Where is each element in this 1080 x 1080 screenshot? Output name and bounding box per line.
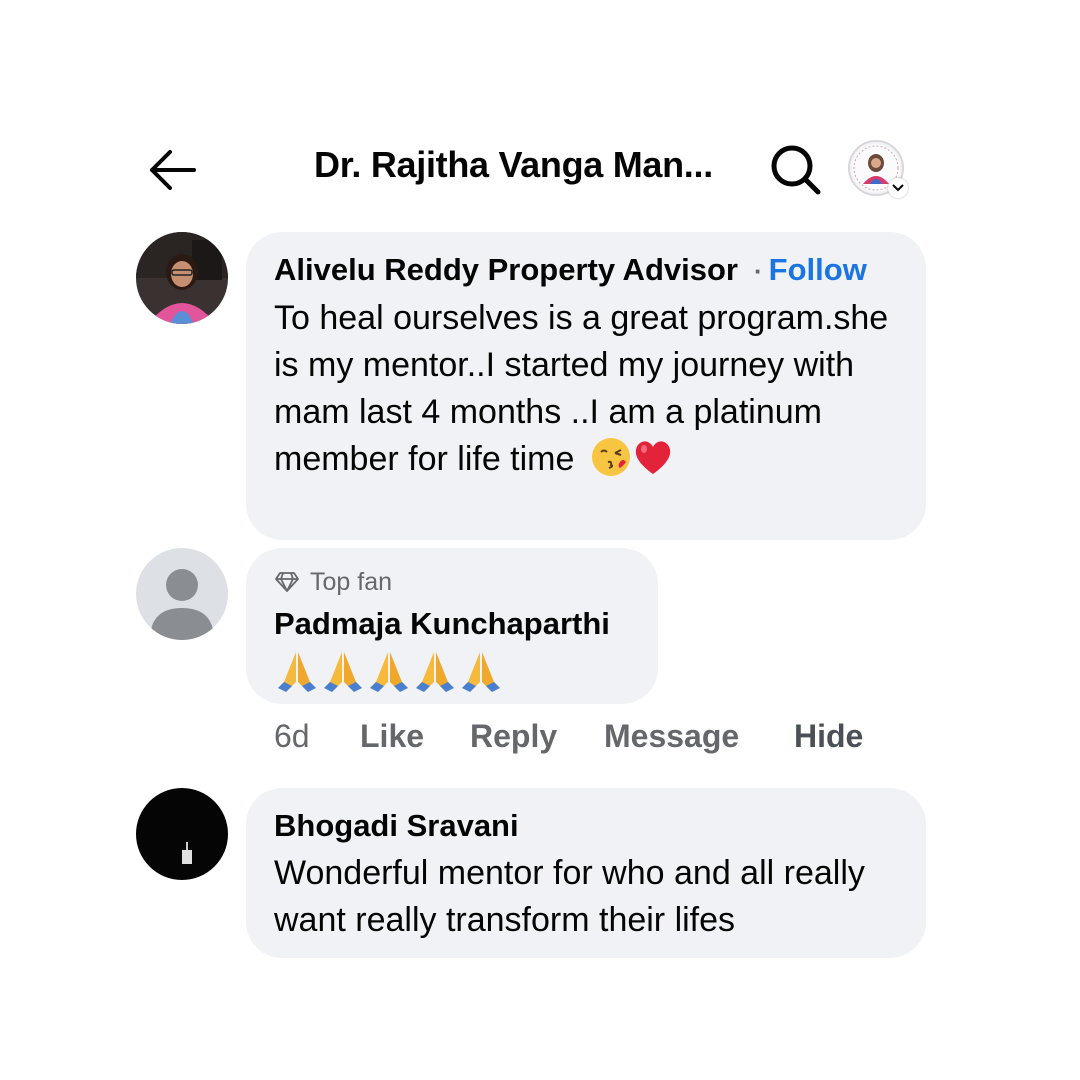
- like-button[interactable]: Like: [360, 718, 424, 755]
- top-bar: Dr. Rajitha Vanga Man...: [0, 130, 1080, 210]
- back-button[interactable]: [142, 140, 202, 200]
- comment-text: Wonderful mentor for who and all really …: [274, 854, 865, 939]
- comment-bubble: Alivelu Reddy Property Advisor · Follow To…: [246, 232, 926, 540]
- comment-author[interactable]: Bhogadi Sravani: [274, 806, 898, 846]
- search-icon: [771, 145, 821, 195]
- page-title: Dr. Rajitha Vanga Man...: [314, 144, 713, 185]
- avatar[interactable]: [136, 232, 228, 324]
- hide-button[interactable]: Hide: [794, 718, 863, 755]
- comment-author[interactable]: Alivelu Reddy Property Advisor: [274, 252, 738, 287]
- red-heart-emoji: [635, 441, 671, 474]
- avatar[interactable]: [136, 548, 228, 640]
- folded-hands-emoji: [416, 652, 454, 692]
- diamond-icon: [275, 572, 299, 592]
- comment-timestamp: 6d: [274, 718, 310, 754]
- reply-button[interactable]: Reply: [470, 718, 557, 755]
- comment-emojis: [274, 648, 630, 694]
- folded-hands-emoji: [462, 652, 500, 692]
- comment-body: To heal ourselves is a great program.she…: [274, 299, 889, 478]
- top-fan-badge: Top fan: [274, 566, 630, 598]
- folded-hands-emoji: [278, 652, 316, 692]
- arrow-left-icon: [150, 150, 196, 190]
- folded-hands-emoji: [324, 652, 362, 692]
- comment-text: To heal ourselves is a great program.she…: [274, 295, 904, 483]
- separator-dot: ·: [753, 256, 763, 286]
- comment-author-row: Alivelu Reddy Property Advisor · Follow: [274, 250, 898, 291]
- comment-author[interactable]: Padmaja Kunchaparthi: [274, 604, 630, 644]
- message-button[interactable]: Message: [604, 718, 739, 755]
- badge-label: Top fan: [310, 568, 393, 596]
- avatar[interactable]: [136, 788, 228, 880]
- comment-bubble: Top fan Padmaja Kunchaparthi: [246, 548, 658, 704]
- search-button[interactable]: [764, 138, 828, 202]
- kissing-face-emoji: [591, 438, 630, 476]
- follow-button[interactable]: Follow: [769, 252, 867, 287]
- comment-bubble: Bhogadi Sravani Wonderful mentor for who…: [246, 788, 926, 958]
- profile-switcher-button[interactable]: [848, 140, 912, 204]
- folded-hands-emoji: [370, 652, 408, 692]
- chevron-down-icon: [888, 178, 908, 198]
